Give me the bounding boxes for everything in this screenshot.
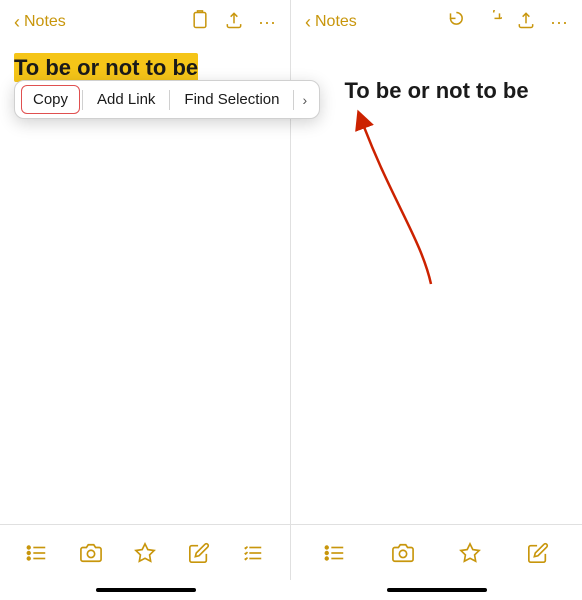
- right-header: ‹ Notes: [291, 0, 582, 44]
- red-arrow: [341, 99, 461, 289]
- selected-text[interactable]: To be or not to be: [14, 53, 198, 82]
- camera-icon-left[interactable]: [80, 542, 102, 564]
- notes-back-button[interactable]: ‹ Notes: [14, 12, 66, 33]
- compose-icon-right[interactable]: [527, 542, 549, 564]
- detail-icon-left[interactable]: [242, 542, 264, 564]
- markup-icon-right[interactable]: [459, 542, 481, 564]
- menu-separator-3: [293, 90, 294, 110]
- copy-menu-item[interactable]: Copy: [21, 85, 80, 114]
- redo-icon[interactable]: [482, 10, 502, 35]
- add-link-menu-item[interactable]: Add Link: [85, 85, 167, 114]
- undo-icon[interactable]: [448, 10, 468, 35]
- home-indicator-left: [96, 588, 196, 592]
- toolbar-left: [0, 525, 291, 580]
- upload-icon[interactable]: [224, 10, 244, 35]
- bottom-toolbar: [0, 524, 582, 580]
- left-header-icons: ···: [190, 10, 276, 35]
- share-icon[interactable]: [190, 10, 210, 35]
- checklist-icon-left[interactable]: [26, 542, 48, 564]
- chevron-left-icon: ‹: [14, 12, 20, 33]
- home-indicator-container: [0, 580, 582, 600]
- right-content: To be or not to be: [291, 44, 582, 524]
- compose-icon-left[interactable]: [188, 542, 210, 564]
- right-upload-icon[interactable]: [516, 10, 536, 35]
- checklist-icon-right[interactable]: [324, 542, 346, 564]
- markup-icon-left[interactable]: [134, 542, 156, 564]
- left-header: ‹ Notes ···: [0, 0, 290, 44]
- more-menu-chevron[interactable]: ›: [296, 86, 313, 114]
- note-title: To be or not to be: [309, 78, 564, 104]
- menu-separator-1: [82, 90, 83, 110]
- context-menu: Copy Add Link Find Selection ›: [14, 80, 320, 119]
- right-panel: ‹ Notes: [291, 0, 582, 524]
- camera-icon-right[interactable]: [392, 542, 414, 564]
- left-panel: ‹ Notes ···: [0, 0, 291, 524]
- right-header-icons: ···: [448, 10, 568, 35]
- more-icon[interactable]: ···: [258, 12, 276, 33]
- home-indicator-right: [387, 588, 487, 592]
- find-selection-menu-item[interactable]: Find Selection: [172, 85, 291, 114]
- toolbar-right: [291, 525, 582, 580]
- right-more-icon[interactable]: ···: [550, 12, 568, 33]
- back-label: Notes: [24, 13, 66, 31]
- right-chevron-left-icon: ‹: [305, 12, 311, 33]
- right-back-label: Notes: [315, 13, 357, 31]
- menu-separator-2: [169, 90, 170, 110]
- right-notes-back-button[interactable]: ‹ Notes: [305, 12, 357, 33]
